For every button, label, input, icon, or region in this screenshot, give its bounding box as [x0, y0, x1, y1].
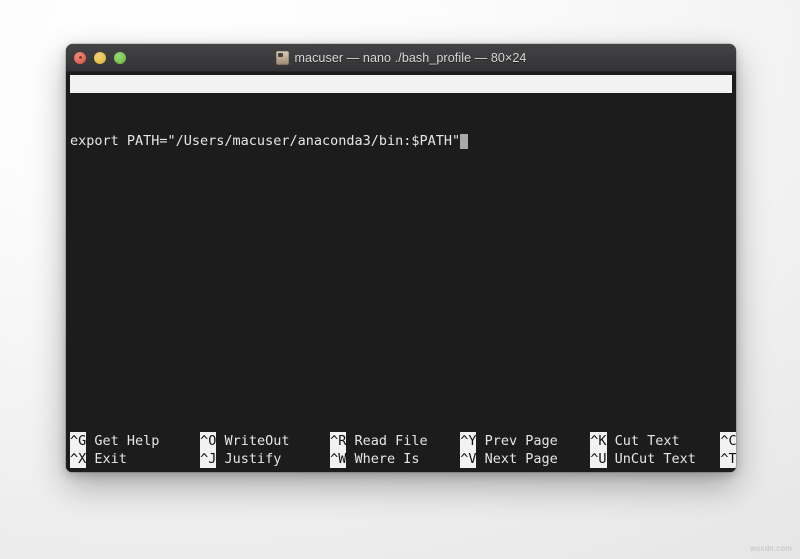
shortcut-row-secondary: ^X Exit ^J Justify ^W Where Is ^V Next P… — [70, 450, 736, 468]
terminal-window: macuser — nano ./bash_profile — 80×24 GN… — [66, 44, 736, 472]
shortcut-key: ^T — [720, 450, 736, 468]
shortcut-label: Cut Text — [606, 433, 721, 449]
shortcut-ctrl-v[interactable]: ^V Next Page — [460, 450, 590, 468]
window-titlebar[interactable]: macuser — nano ./bash_profile — 80×24 — [66, 44, 736, 72]
nano-editor-area[interactable]: export PATH="/Users/macuser/anaconda3/bi… — [70, 96, 732, 186]
shortcut-key: ^O — [200, 432, 217, 450]
shortcut-ctrl-o[interactable]: ^O WriteOut — [200, 432, 330, 450]
shortcut-key: ^C — [720, 432, 736, 450]
terminal-body[interactable]: GNU nano 2.0.6 File: ./bash_profile Modi… — [66, 72, 736, 472]
shortcut-key: ^V — [460, 450, 477, 468]
nano-shortcut-bar: ^G Get Help ^O WriteOut ^R Read File ^Y … — [70, 432, 736, 468]
shortcut-label: Read File — [346, 433, 461, 449]
shortcut-label: WriteOut — [216, 433, 331, 449]
shortcut-ctrl-u[interactable]: ^U UnCut Text — [590, 450, 720, 468]
shortcut-key: ^W — [330, 450, 347, 468]
shortcut-label: Exit — [86, 451, 201, 467]
shortcut-label: Where Is — [346, 451, 461, 467]
shortcut-row-primary: ^G Get Help ^O WriteOut ^R Read File ^Y … — [70, 432, 736, 450]
shortcut-key: ^G — [70, 432, 87, 450]
shortcut-ctrl-w[interactable]: ^W Where Is — [330, 450, 460, 468]
window-title-group: macuser — nano ./bash_profile — 80×24 — [275, 50, 527, 65]
shortcut-label: Prev Page — [476, 433, 591, 449]
minimize-button[interactable] — [94, 51, 106, 64]
shortcut-label: UnCut Text — [606, 451, 721, 467]
shortcut-label: Next Page — [476, 451, 591, 467]
shortcut-label: Justify — [216, 451, 331, 467]
watermark: wsxdn.com — [750, 544, 792, 553]
editor-line-text: export PATH="/Users/macuser/anaconda3/bi… — [70, 133, 461, 149]
shortcut-key: ^Y — [460, 432, 477, 450]
shortcut-ctrl-x[interactable]: ^X Exit — [70, 450, 200, 468]
terminal-app-icon — [275, 50, 289, 65]
shortcut-key: ^K — [590, 432, 607, 450]
shortcut-key: ^U — [590, 450, 607, 468]
shortcut-key: ^J — [200, 450, 217, 468]
shortcut-ctrl-y[interactable]: ^Y Prev Page — [460, 432, 590, 450]
nano-status-bar: GNU nano 2.0.6 File: ./bash_profile Modi… — [70, 75, 732, 93]
shortcut-key: ^R — [330, 432, 347, 450]
shortcut-key: ^X — [70, 450, 87, 468]
zoom-button[interactable] — [114, 51, 126, 64]
close-button[interactable] — [74, 51, 86, 64]
text-cursor — [460, 133, 469, 149]
shortcut-ctrl-t[interactable]: ^T To Spell — [720, 450, 736, 468]
shortcut-ctrl-k[interactable]: ^K Cut Text — [590, 432, 720, 450]
shortcut-ctrl-j[interactable]: ^J Justify — [200, 450, 330, 468]
shortcut-ctrl-c[interactable]: ^C Cur Pos — [720, 432, 736, 450]
editor-line[interactable]: export PATH="/Users/macuser/anaconda3/bi… — [70, 132, 732, 150]
shortcut-ctrl-r[interactable]: ^R Read File — [330, 432, 460, 450]
shortcut-label: Get Help — [86, 433, 201, 449]
window-title: macuser — nano ./bash_profile — 80×24 — [294, 50, 527, 65]
desktop-background: macuser — nano ./bash_profile — 80×24 GN… — [0, 0, 800, 559]
window-controls — [74, 44, 126, 71]
shortcut-ctrl-g[interactable]: ^G Get Help — [70, 432, 200, 450]
